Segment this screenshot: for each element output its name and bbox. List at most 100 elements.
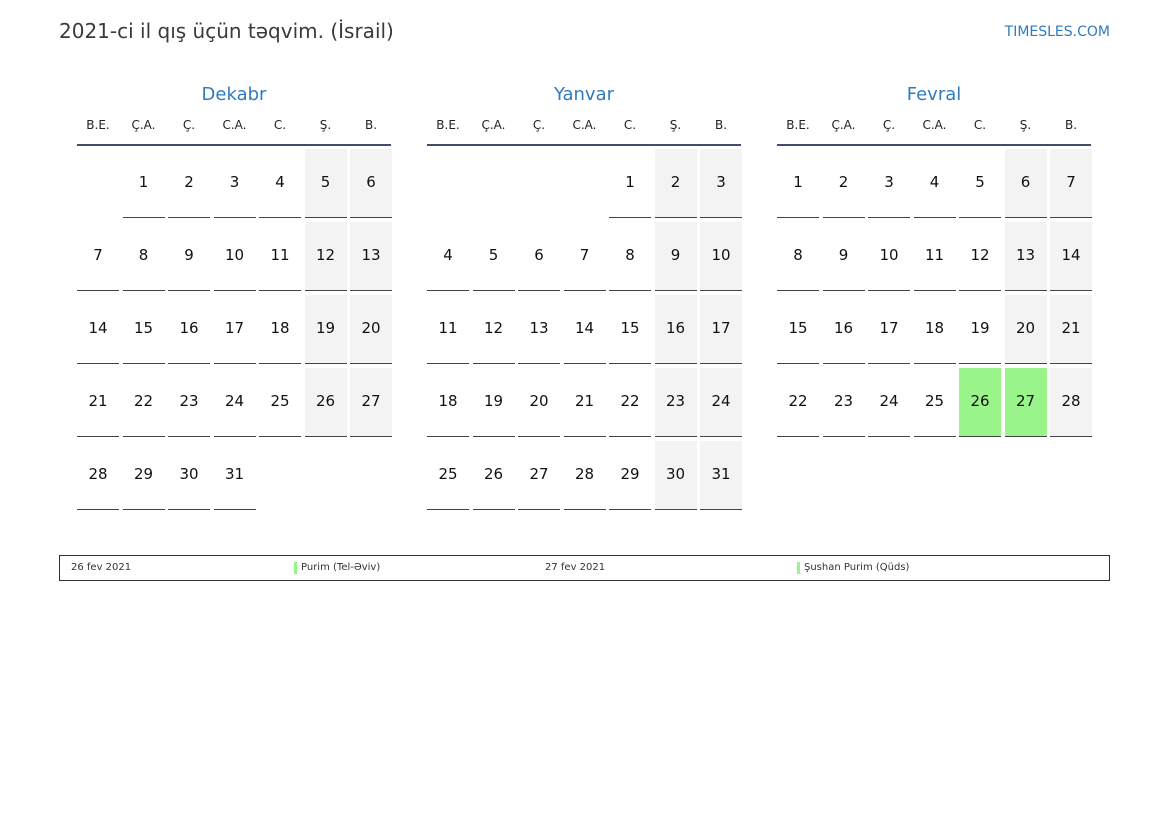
month-january: Yanvar B.E. Ç.A. Ç. C.A. C. Ş. B. 1 2 3 4 5 6 7 8 9 10 1…	[427, 83, 742, 519]
day-cell: 13	[350, 222, 392, 291]
day-cell: 23	[822, 368, 865, 437]
day-cell: 30	[168, 441, 210, 510]
month-name: Dekabr	[201, 84, 267, 105]
day-cell: 1	[609, 149, 651, 218]
day-cell: 3	[213, 149, 256, 218]
day-cell: 26	[472, 441, 515, 510]
weekday-label: Ç.A.	[831, 118, 856, 132]
month-name: Fevral	[906, 84, 962, 105]
day-cell: 15	[777, 295, 819, 364]
day-cell: 25	[259, 368, 301, 437]
day-cell: 27	[350, 368, 392, 437]
day-cell: 10	[700, 222, 742, 291]
day-cell: 15	[122, 295, 165, 364]
weekday-label: B.E.	[786, 118, 810, 132]
day-cell: 22	[777, 368, 819, 437]
day-cell: 21	[563, 368, 606, 437]
day-cell: 28	[77, 441, 119, 510]
day-cell: 30	[654, 441, 697, 510]
day-cell: 21	[77, 368, 119, 437]
weekday-label: B.E.	[436, 118, 460, 132]
weekday-label: C.A.	[222, 118, 247, 132]
day-cell: 8	[122, 222, 165, 291]
month-name: Yanvar	[553, 84, 615, 105]
day-cell: 7	[563, 222, 606, 291]
day-cell: 22	[609, 368, 651, 437]
day-cell: 7	[1050, 149, 1092, 218]
day-cell: 4	[427, 222, 469, 291]
day-cell: 12	[472, 295, 515, 364]
day-cell: 11	[259, 222, 301, 291]
legend-item: 26 fev 2021 Purim (Tel-Əviv)	[60, 556, 585, 580]
weekday-label: B.	[714, 118, 728, 132]
month-february: Fevral B.E. Ç.A. Ç. C.A. C. Ş. B. 1 2 3 4 5 6 7 8 9 10 1…	[777, 83, 1092, 519]
day-cell: 7	[77, 222, 119, 291]
day-cell: 3	[700, 149, 742, 218]
days-grid: 1 2 3 4 5 6 7 8 9 10 11 12 13 14 15 16 17 18 19 20 21 22 23 24 2…	[77, 149, 392, 519]
weekday-label: Ç.	[532, 118, 546, 132]
day-cell: 21	[1050, 295, 1092, 364]
weekday-label: Ç.	[882, 118, 896, 132]
weekday-header: B.E. Ç.A. Ç. C.A. C. Ş. B.	[77, 114, 391, 146]
holiday-day-cell: 27	[1004, 368, 1047, 437]
day-cell: 3	[868, 149, 910, 218]
day-cell: 25	[913, 368, 956, 437]
site-link[interactable]: TIMESLES.COM	[1005, 24, 1110, 40]
day-cell: 4	[913, 149, 956, 218]
legend-item: 27 fev 2021 Şushan Purim (Qüds)	[534, 556, 1059, 580]
day-cell: 27	[518, 441, 560, 510]
weekday-label: Ç.	[182, 118, 196, 132]
day-cell: 18	[913, 295, 956, 364]
day-cell: 26	[304, 368, 347, 437]
days-grid: 1 2 3 4 5 6 7 8 9 10 11 12 13 14 15 16 17 18 19 20 21 22 23 24 2…	[777, 149, 1092, 519]
day-cell: 9	[168, 222, 210, 291]
day-cell: 28	[1050, 368, 1092, 437]
legend-holiday-name: Purim (Tel-Əviv)	[301, 562, 381, 573]
day-cell: 10	[868, 222, 910, 291]
day-cell: 19	[304, 295, 347, 364]
weekday-label: B.	[1064, 118, 1078, 132]
weekday-label: Ç.A.	[481, 118, 506, 132]
day-cell: 19	[472, 368, 515, 437]
day-cell: 11	[913, 222, 956, 291]
day-cell: 12	[304, 222, 347, 291]
day-cell: 24	[213, 368, 256, 437]
weekday-label: Ş.	[669, 118, 682, 132]
day-cell: 29	[609, 441, 651, 510]
day-cell: 19	[959, 295, 1001, 364]
day-cell: 5	[959, 149, 1001, 218]
weekday-label: B.	[364, 118, 378, 132]
day-cell: 17	[213, 295, 256, 364]
day-cell: 13	[518, 295, 560, 364]
holiday-legend: 26 fev 2021 Purim (Tel-Əviv) 27 fev 2021…	[59, 555, 1110, 581]
day-cell: 12	[959, 222, 1001, 291]
day-cell: 25	[427, 441, 469, 510]
day-cell: 1	[122, 149, 165, 218]
day-cell: 14	[1050, 222, 1092, 291]
day-cell: 1	[777, 149, 819, 218]
day-cell: 22	[122, 368, 165, 437]
day-cell: 13	[1004, 222, 1047, 291]
day-cell: 31	[213, 441, 256, 510]
day-cell: 20	[350, 295, 392, 364]
weekday-label: C.A.	[922, 118, 947, 132]
legend-holiday-name: Şushan Purim (Qüds)	[804, 562, 910, 573]
day-cell: 20	[518, 368, 560, 437]
day-cell: 5	[472, 222, 515, 291]
day-cell: 6	[1004, 149, 1047, 218]
day-cell: 16	[168, 295, 210, 364]
day-cell: 9	[822, 222, 865, 291]
weekday-header: B.E. Ç.A. Ç. C.A. C. Ş. B.	[427, 114, 741, 146]
month-december: Dekabr B.E. Ç.A. Ç. C.A. C. Ş. B. 1 2 3 4 5 6 7 8 9 10 1…	[77, 83, 392, 519]
weekday-label: C.A.	[572, 118, 597, 132]
day-cell: 15	[609, 295, 651, 364]
day-cell: 6	[518, 222, 560, 291]
day-cell: 6	[350, 149, 392, 218]
day-cell: 16	[822, 295, 865, 364]
legend-date: 26 fev 2021	[71, 562, 132, 573]
day-cell: 5	[304, 149, 347, 218]
day-cell: 17	[700, 295, 742, 364]
day-cell: 20	[1004, 295, 1047, 364]
day-cell: 14	[77, 295, 119, 364]
day-cell: 17	[868, 295, 910, 364]
